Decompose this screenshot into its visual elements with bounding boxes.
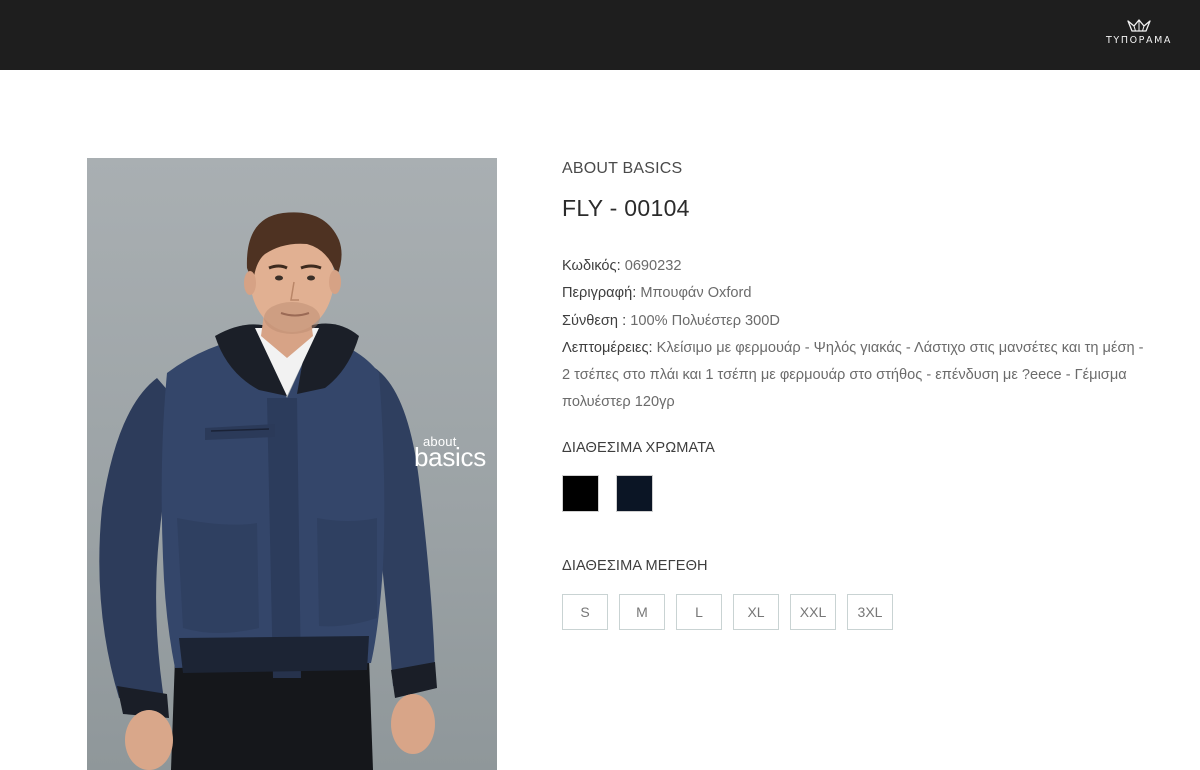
size-option-3xl[interactable]: 3XL (847, 594, 893, 630)
product-specs: Κωδικός: 0690232 Περιγραφή: Μπουφάν Oxfo… (562, 253, 1152, 417)
product-info: ABOUT BASICS FLY - 00104 Κωδικός: 069023… (562, 160, 1152, 417)
spec-details: Λεπτομέρειες: Κλείσιμο με φερμουάρ - Ψηλ… (562, 335, 1152, 417)
site-logo[interactable]: ΤΥΠΟΡΑΜΑ (1102, 18, 1176, 46)
color-swatches (562, 475, 653, 512)
color-swatch-black[interactable] (562, 475, 599, 512)
brand-watermark: about basics (414, 434, 486, 472)
spec-description: Περιγραφή: Μπουφάν Oxford (562, 280, 1152, 307)
size-options: S M L XL XXL 3XL (562, 594, 893, 630)
spec-description-label: Περιγραφή: (562, 285, 637, 302)
spec-composition: Σύνθεση : 100% Πολυέστερ 300D (562, 308, 1152, 335)
logo-text: ΤΥΠΟΡΑΜΑ (1106, 35, 1172, 46)
size-option-l[interactable]: L (676, 594, 722, 630)
spec-description-value: Μπουφάν Oxford (640, 285, 752, 302)
size-option-xxl[interactable]: XXL (790, 594, 836, 630)
spec-code: Κωδικός: 0690232 (562, 253, 1152, 280)
product-brand: ABOUT BASICS (562, 160, 683, 177)
size-option-s[interactable]: S (562, 594, 608, 630)
spec-code-label: Κωδικός: (562, 258, 621, 274)
spec-details-label: Λεπτομέρειες: (562, 339, 653, 356)
spec-composition-label: Σύνθεση : (562, 312, 627, 329)
crown-icon (1127, 19, 1151, 32)
spec-code-value: 0690232 (624, 258, 682, 274)
size-option-xl[interactable]: XL (733, 594, 779, 630)
top-bar: ΤΥΠΟΡΑΜΑ (0, 0, 1200, 70)
color-swatch-navy[interactable] (616, 475, 653, 512)
spec-composition-value: 100% Πολυέστερ 300D (630, 312, 780, 329)
sizes-heading: ΔΙΑΘΕΣΙΜΑ ΜΕΓΕΘΗ (562, 558, 708, 574)
size-option-m[interactable]: M (619, 594, 665, 630)
product-title: FLY - 00104 (562, 195, 690, 221)
colors-heading: ΔΙΑΘΕΣΙΜΑ ΧΡΩΜΑΤΑ (562, 440, 715, 456)
product-photo: about basics (87, 158, 497, 770)
